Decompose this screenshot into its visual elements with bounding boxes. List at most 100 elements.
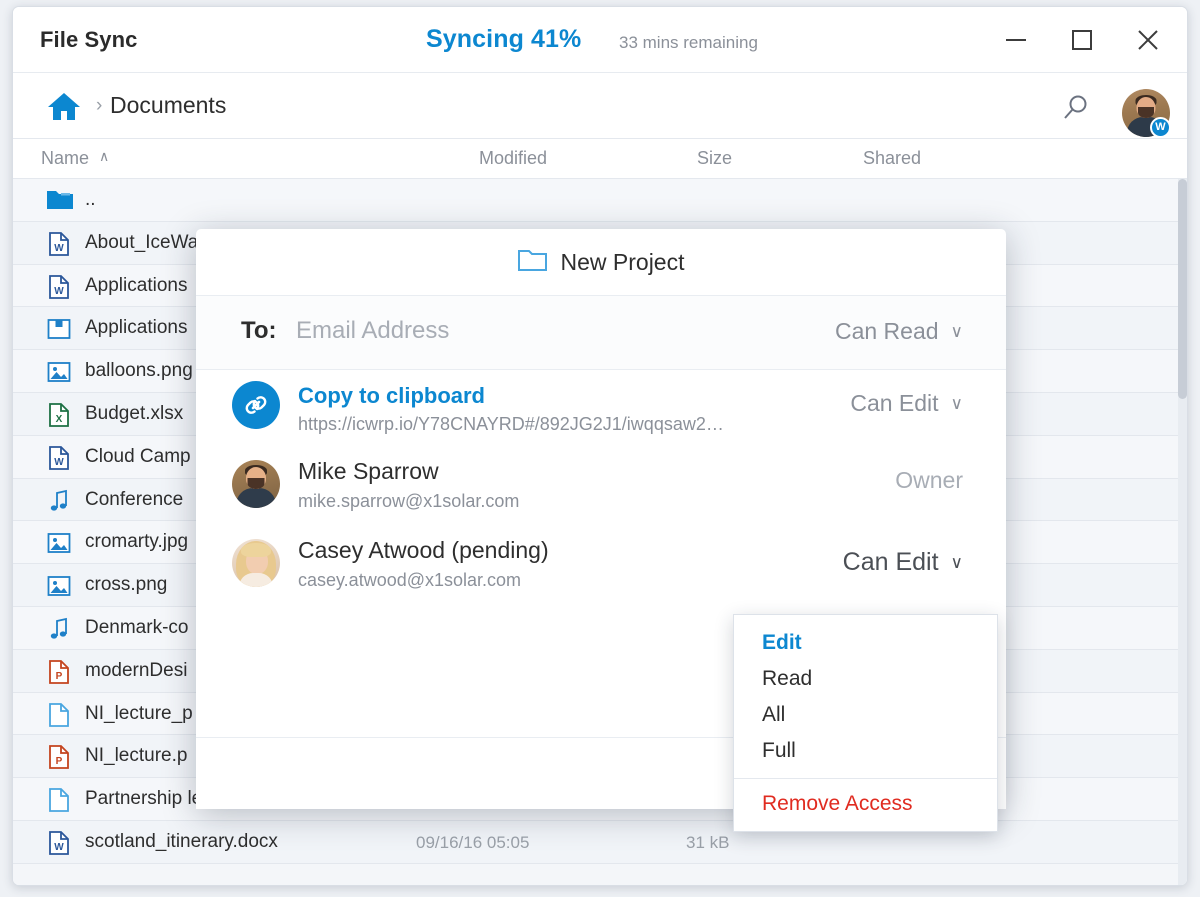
chevron-down-icon: ∨ [951, 553, 963, 573]
svg-text:P: P [56, 671, 63, 682]
column-header-shared[interactable]: Shared [863, 148, 921, 169]
image-icon [46, 530, 72, 556]
dialog-title: New Project [561, 249, 685, 276]
file-modified: 09/16/16 05:05 [416, 833, 529, 853]
file-name: .. [85, 189, 96, 211]
file-name: cromarty.jpg [85, 531, 188, 553]
word-icon: W [46, 830, 72, 856]
breadcrumb-bar: › Documents W [13, 73, 1187, 139]
image-icon [46, 359, 72, 385]
share-user-row[interactable]: Mike Sparrow mike.sparrow@x1solar.com Ow… [196, 447, 1006, 526]
svg-text:X: X [56, 414, 63, 425]
to-label: To: [241, 317, 277, 345]
permission-menu: EditReadAllFull Remove Access [733, 614, 998, 832]
title-bar: File Sync Syncing 41% 33 mins remaining [13, 7, 1187, 73]
excel-icon: X [46, 402, 72, 428]
menu-item-remove-access[interactable]: Remove Access [734, 779, 997, 831]
share-link-url: https://icwrp.io/Y78CNAYRD#/892JG2J1/iwq… [298, 414, 724, 435]
menu-item-all[interactable]: All [734, 697, 997, 733]
audio-icon [46, 488, 72, 514]
file-name: About_IceWa [85, 232, 198, 254]
link-icon[interactable] [232, 381, 280, 429]
image-icon [46, 573, 72, 599]
file-name: Applications [85, 317, 187, 339]
svg-text:W: W [54, 286, 64, 297]
share-permission-dropdown[interactable]: Can Edit ∨ [850, 390, 963, 417]
file-name: Conference [85, 489, 183, 511]
avatar-badge: W [1150, 117, 1171, 138]
pdf-icon [46, 702, 72, 728]
audio-icon [46, 616, 72, 642]
share-permission-dropdown: Owner [895, 467, 963, 494]
chevron-down-icon: ∨ [951, 322, 963, 342]
file-name: Applications [85, 275, 187, 297]
email-input[interactable] [296, 317, 856, 345]
folder-outline-icon [518, 247, 548, 277]
file-size: 31 kB [686, 833, 729, 853]
dialog-header: New Project [196, 229, 1006, 296]
file-name: balloons.png [85, 360, 193, 382]
column-header-modified[interactable]: Modified [479, 148, 547, 169]
invite-row: To: Can Read ∨ [196, 296, 1006, 370]
word-icon: W [46, 231, 72, 257]
file-name: NI_lecture.p [85, 745, 187, 767]
maximize-icon[interactable] [1061, 19, 1103, 61]
avatar-casey [232, 539, 280, 587]
powerpoint-icon: P [46, 744, 72, 770]
scrollbar-track[interactable] [1178, 179, 1187, 885]
word-icon: W [46, 445, 72, 471]
table-row[interactable]: .. [13, 179, 1187, 222]
copy-to-clipboard-label[interactable]: Copy to clipboard [298, 383, 485, 409]
column-header-name[interactable]: Name [41, 148, 89, 169]
folder-icon [46, 188, 72, 214]
breadcrumb-current[interactable]: Documents [110, 92, 226, 119]
share-user-email: mike.sparrow@x1solar.com [298, 491, 519, 512]
invite-permission-dropdown[interactable]: Can Read ∨ [835, 318, 963, 345]
svg-text:W: W [54, 243, 64, 254]
share-link-row[interactable]: Copy to clipboard https://icwrp.io/Y78CN… [196, 370, 1006, 447]
pdf-icon [46, 787, 72, 813]
menu-item-edit[interactable]: Edit [734, 625, 997, 661]
share-user-name: Mike Sparrow [298, 458, 439, 485]
share-user-name: Casey Atwood (pending) [298, 537, 549, 564]
file-name: scotland_itinerary.docx [85, 831, 278, 853]
scrollbar-thumb[interactable] [1178, 179, 1187, 399]
screen-root: File Sync Syncing 41% 33 mins remaining [0, 0, 1200, 897]
minimize-icon[interactable] [995, 19, 1037, 61]
share-user-row[interactable]: Casey Atwood (pending) casey.atwood@x1so… [196, 526, 1006, 605]
app-window: File Sync Syncing 41% 33 mins remaining [12, 6, 1188, 886]
svg-text:W: W [54, 457, 64, 468]
share-permission-label: Owner [895, 467, 963, 494]
file-name: modernDesi [85, 660, 187, 682]
file-name: cross.png [85, 574, 167, 596]
file-name: Cloud Camp [85, 446, 191, 468]
invite-permission-label: Can Read [835, 318, 939, 345]
table-row[interactable]: W scotland_itinerary.docx 09/16/16 05:05… [13, 821, 1187, 864]
share-dialog: New Project To: Can Read ∨ [196, 229, 1006, 809]
svg-text:W: W [54, 842, 64, 853]
share-list: Copy to clipboard https://icwrp.io/Y78CN… [196, 370, 1006, 605]
share-user-email: casey.atwood@x1solar.com [298, 570, 521, 591]
window-controls [995, 7, 1169, 73]
share-permission-label: Can Edit [843, 548, 939, 577]
sync-remaining-text: 33 mins remaining [619, 33, 758, 53]
search-icon[interactable] [1061, 93, 1091, 128]
word-icon: W [46, 274, 72, 300]
sync-status-text: Syncing 41% [426, 25, 581, 54]
breadcrumb-separator: › [96, 95, 102, 117]
chevron-down-icon: ∨ [951, 394, 963, 414]
home-icon[interactable] [47, 90, 81, 127]
column-header-size[interactable]: Size [697, 148, 732, 169]
menu-item-full[interactable]: Full [734, 733, 997, 769]
file-name: Budget.xlsx [85, 403, 183, 425]
avatar-mike [232, 460, 280, 508]
avatar[interactable]: W [1122, 89, 1170, 137]
share-permission-dropdown[interactable]: Can Edit ∨ [843, 548, 963, 577]
menu-item-read[interactable]: Read [734, 661, 997, 697]
archive-icon [46, 316, 72, 342]
svg-text:P: P [56, 756, 63, 767]
close-icon[interactable] [1127, 19, 1169, 61]
share-permission-label: Can Edit [850, 390, 938, 417]
sort-ascending-icon[interactable]: ∧ [99, 148, 109, 165]
column-headers: Name ∧ Modified Size Shared [13, 139, 1187, 179]
